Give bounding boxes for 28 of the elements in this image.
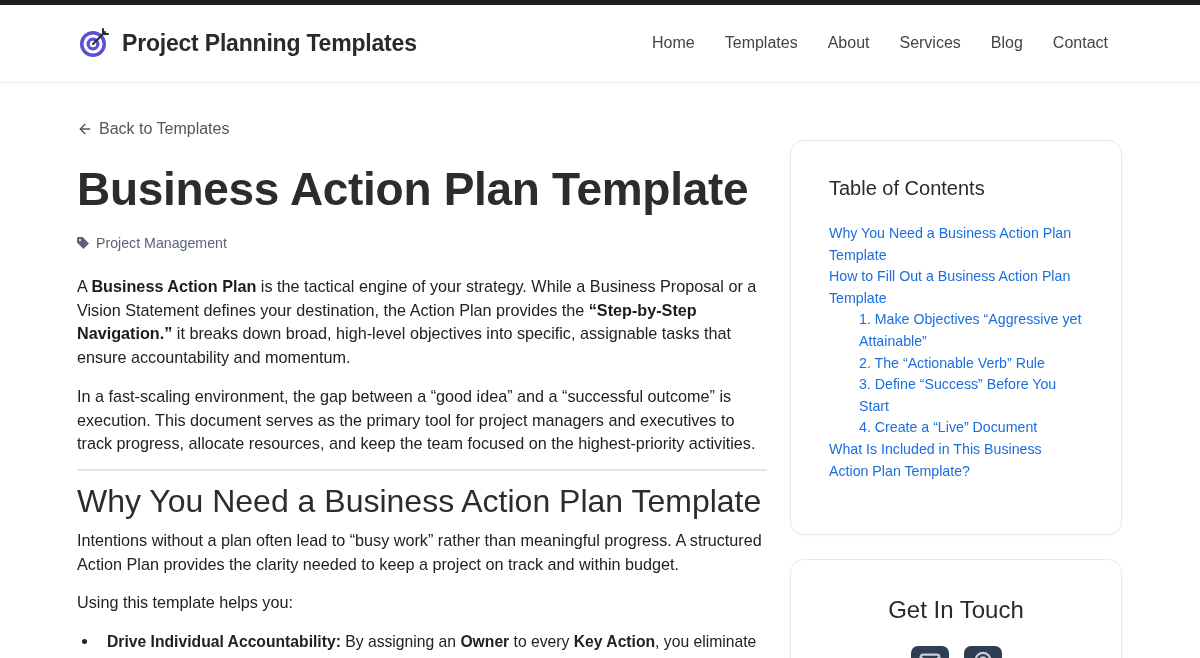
toc-link[interactable]: What Is Included in This Business Action Plan Template?: [829, 438, 1083, 483]
toc-link[interactable]: 3. Define “Success” Before You Start: [859, 374, 1083, 418]
nav-link[interactable]: Contact: [1052, 34, 1108, 52]
paragraph: In a fast-scaling environment, the gap between a “good idea” and a “successful outcome” is execution. This document serves as the primary tool for project managers and executives to track progress, allocate resources, and keep the team focused on the highest-priority activities.: [77, 385, 757, 455]
page-title: Business Action Plan Template: [77, 162, 750, 217]
toc-link[interactable]: Why You Need a Business Action Plan Template: [829, 223, 1083, 267]
toc-link[interactable]: 2. The “Actionable Verb” Rule: [859, 352, 1045, 375]
nav-link[interactable]: Services: [899, 34, 961, 52]
toc-link[interactable]: 4. Create a “Live” Document: [859, 417, 1038, 439]
paragraph: Intentions without a plan often lead to “busy work” rather than meaningful progress. A structured Action Plan provides the clarity needed to keep a project on track and within budget.: [77, 529, 763, 575]
nav-link[interactable]: Blog: [990, 34, 1023, 52]
toc-link[interactable]: 1. Make Objectives “Aggressive yet Attainable”: [859, 309, 1083, 353]
tag-icon: [77, 237, 89, 249]
paragraph: A Business Action Plan is the tactical engine of your strategy. While a Business Proposal or a Vision Statement defines your destination, the Action Plan provides the “Step-by-Step Navigation.” it breaks down broad, high-level objectives into specific, assignable tasks that ensure accountability and momentum.: [77, 276, 758, 369]
back-link[interactable]: Back to Templates: [77, 119, 230, 139]
paragraph: Using this template helps you:: [77, 592, 294, 614]
bullet-icon: [82, 639, 87, 645]
contact-title: Get In Touch: [888, 595, 1024, 626]
nav-link[interactable]: About: [827, 34, 870, 52]
category-label: Project Management: [96, 235, 227, 251]
toc-link[interactable]: How to Fill Out a Business Action Plan Template: [829, 266, 1083, 310]
site-title[interactable]: Project Planning Templates: [122, 29, 417, 57]
toc-title: Table of Contents: [829, 176, 986, 201]
section-heading: Why You Need a Business Action Plan Template: [77, 482, 763, 519]
nav-link[interactable]: Templates: [724, 34, 798, 52]
list-item-text: Drive Individual Accountability: By assigning an Owner to every Key Action, you eliminate: [107, 632, 757, 653]
nav-link[interactable]: Home: [652, 34, 695, 52]
arrow-left-icon: [77, 121, 93, 137]
